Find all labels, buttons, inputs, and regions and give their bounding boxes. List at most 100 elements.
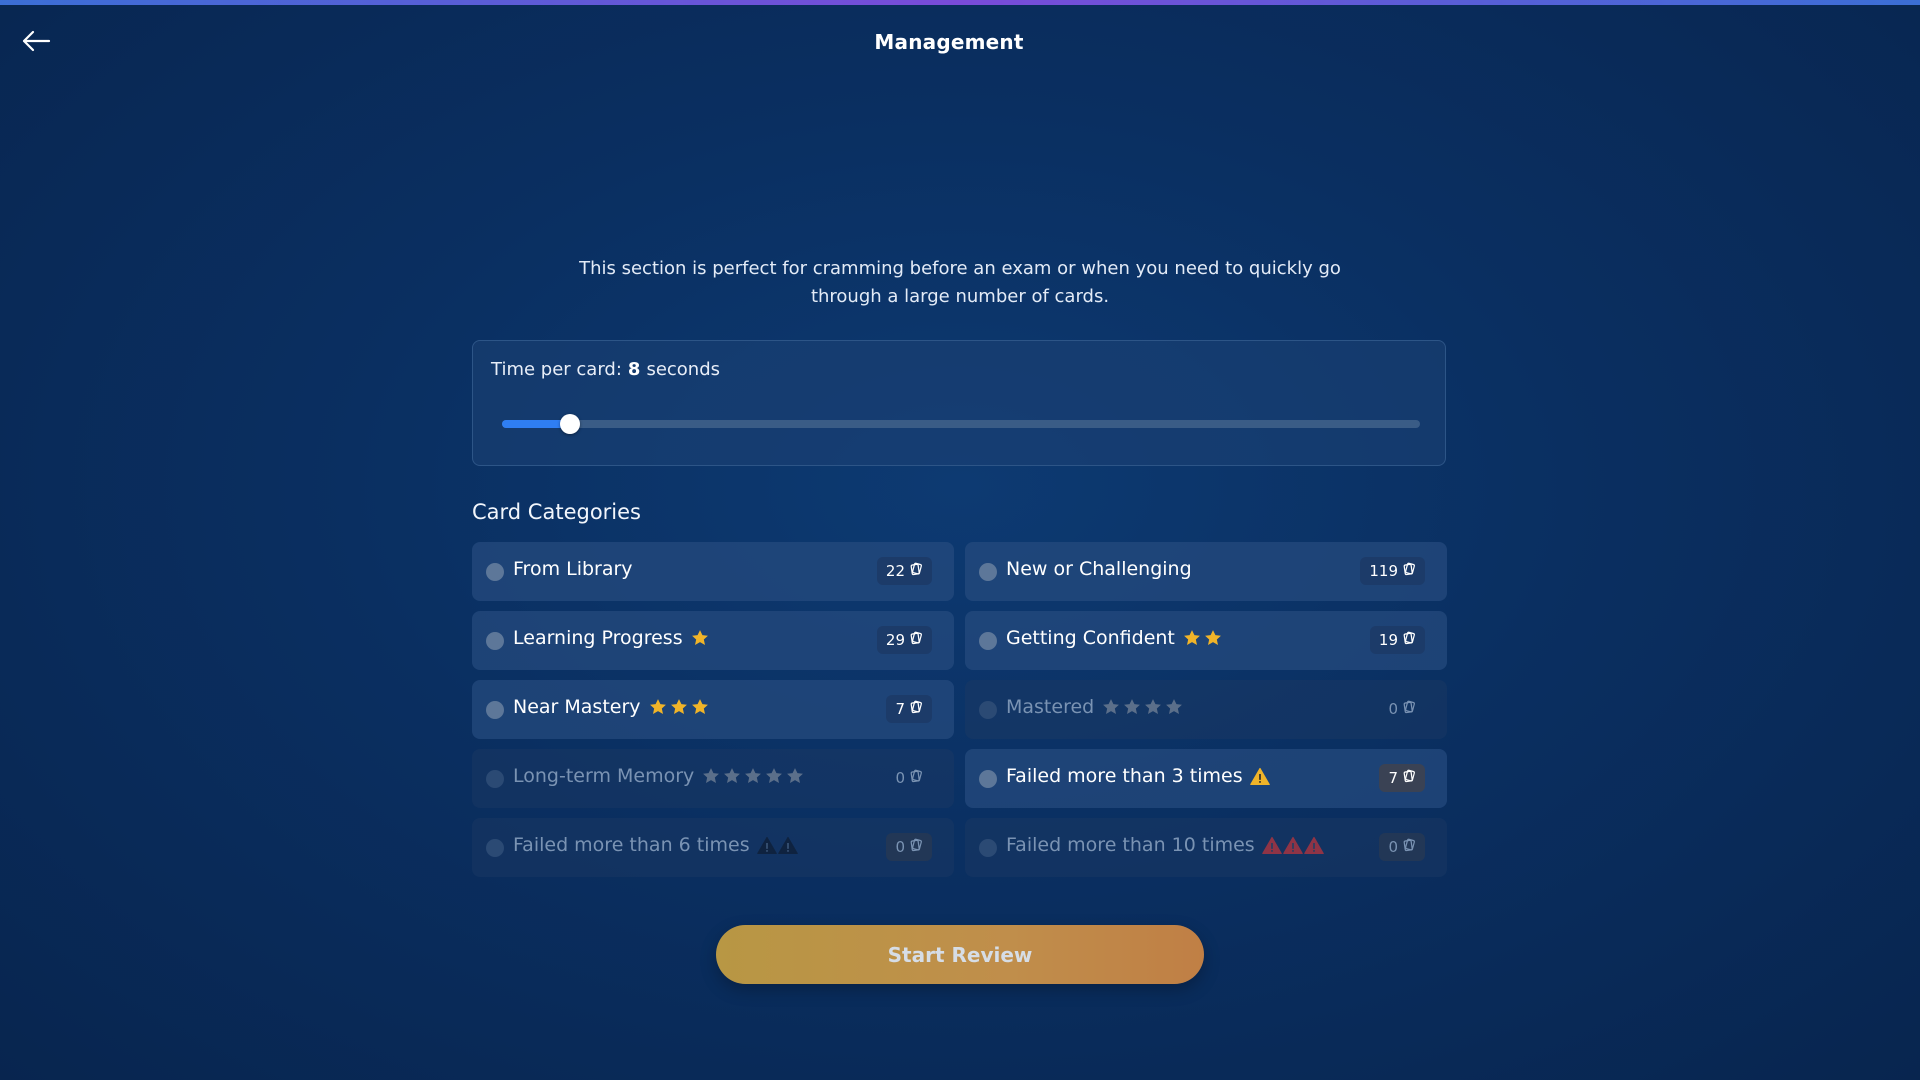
cards-icon — [1402, 562, 1416, 580]
intro-text: This section is perfect for cramming bef… — [579, 258, 1341, 307]
category-label: New or Challenging — [1006, 558, 1192, 580]
star-icon — [1122, 697, 1142, 717]
warning-icon-group — [756, 836, 798, 855]
time-unit: seconds — [646, 359, 721, 380]
count-value: 119 — [1369, 562, 1398, 580]
category-label-text: Long-term Memory — [513, 765, 695, 787]
warning-icon — [1261, 836, 1282, 855]
category-radio[interactable] — [486, 563, 504, 581]
category-mastered[interactable]: Mastered 0 — [965, 680, 1447, 739]
time-slider-thumb[interactable] — [560, 414, 580, 434]
cards-icon — [909, 838, 923, 856]
count-badge: 19 — [1369, 626, 1425, 654]
star-icon — [701, 766, 721, 786]
star-icon — [669, 697, 689, 717]
category-label-text: Near Mastery — [513, 696, 641, 718]
category-label: Mastered — [1006, 696, 1184, 718]
warning-icon-group — [1261, 836, 1324, 855]
star-icon-group — [690, 628, 710, 648]
category-radio[interactable] — [486, 770, 504, 788]
count-badge: 7 — [886, 695, 932, 723]
category-radio[interactable] — [979, 839, 997, 857]
category-near-mastery[interactable]: Near Mastery 7 — [472, 680, 954, 739]
category-radio[interactable] — [486, 632, 504, 650]
category-label-text: Learning Progress — [513, 627, 683, 649]
star-icon — [690, 697, 710, 717]
category-label-text: Getting Confident — [1006, 627, 1175, 649]
category-label-text: Failed more than 6 times — [513, 834, 750, 856]
category-failed-more-than-10-times[interactable]: Failed more than 10 times 0 — [965, 818, 1447, 877]
star-icon — [722, 766, 742, 786]
count-badge: 0 — [886, 764, 932, 792]
time-slider[interactable] — [502, 414, 1420, 434]
category-label-text: Failed more than 10 times — [1006, 834, 1255, 856]
cards-icon — [1402, 838, 1416, 856]
count-badge: 0 — [1379, 695, 1425, 723]
count-value: 29 — [885, 631, 905, 649]
count-badge: 7 — [1379, 764, 1425, 792]
cards-icon — [909, 562, 923, 580]
count-value: 0 — [1388, 838, 1398, 856]
cards-icon — [1402, 769, 1416, 787]
top-accent-bar — [0, 0, 1920, 5]
cards-icon — [909, 631, 923, 649]
warning-icon — [1249, 767, 1270, 786]
star-icon — [690, 628, 710, 648]
page-title: Management — [874, 30, 1024, 54]
category-label-text: Failed more than 3 times — [1006, 765, 1243, 787]
category-radio[interactable] — [486, 701, 504, 719]
star-icon — [1203, 628, 1223, 648]
star-icon-group — [1182, 628, 1223, 648]
time-label-text: Time per card: — [491, 359, 622, 380]
cards-icon — [1402, 631, 1416, 649]
count-badge: 0 — [886, 833, 932, 861]
category-label: Near Mastery — [513, 696, 710, 718]
count-value: 7 — [1388, 769, 1398, 787]
star-icon — [743, 766, 763, 786]
category-getting-confident[interactable]: Getting Confident 19 — [965, 611, 1447, 670]
category-failed-more-than-3-times[interactable]: Failed more than 3 times 7 — [965, 749, 1447, 808]
count-badge: 119 — [1360, 557, 1425, 585]
category-radio[interactable] — [979, 632, 997, 650]
category-label-text: From Library — [513, 558, 633, 580]
category-radio[interactable] — [486, 839, 504, 857]
category-label: Getting Confident — [1006, 627, 1223, 649]
category-from-library[interactable]: From Library 22 — [472, 542, 954, 601]
category-failed-more-than-6-times[interactable]: Failed more than 6 times 0 — [472, 818, 954, 877]
category-label: From Library — [513, 558, 633, 580]
cards-icon — [1402, 700, 1416, 718]
time-per-card-panel: Time per card: 8 seconds — [472, 340, 1446, 466]
category-new-or-challenging[interactable]: New or Challenging 119 — [965, 542, 1447, 601]
category-learning-progress[interactable]: Learning Progress 29 — [472, 611, 954, 670]
count-value: 0 — [1388, 700, 1398, 718]
count-value: 7 — [895, 700, 905, 718]
card-categories-heading: Card Categories — [472, 500, 641, 524]
cards-icon — [909, 700, 923, 718]
count-value: 19 — [1378, 631, 1398, 649]
category-long-term-memory[interactable]: Long-term Memory 0 — [472, 749, 954, 808]
star-icon — [648, 697, 668, 717]
star-icon — [785, 766, 805, 786]
star-icon — [1164, 697, 1184, 717]
category-label-text: New or Challenging — [1006, 558, 1192, 580]
star-icon-group — [1101, 697, 1184, 717]
warning-icon-group — [1249, 767, 1270, 786]
warning-icon — [756, 836, 777, 855]
category-label: Long-term Memory — [513, 765, 805, 787]
category-label: Failed more than 6 times — [513, 834, 798, 856]
star-icon-group — [648, 697, 710, 717]
star-icon — [1182, 628, 1202, 648]
cards-icon — [909, 769, 923, 787]
start-review-button[interactable]: Start Review — [716, 925, 1204, 984]
category-radio[interactable] — [979, 770, 997, 788]
warning-icon — [777, 836, 798, 855]
category-label: Learning Progress — [513, 627, 710, 649]
count-badge: 22 — [876, 557, 932, 585]
category-radio[interactable] — [979, 563, 997, 581]
category-radio[interactable] — [979, 701, 997, 719]
star-icon — [1101, 697, 1121, 717]
count-value: 0 — [895, 838, 905, 856]
count-badge: 29 — [876, 626, 932, 654]
category-label: Failed more than 3 times — [1006, 765, 1270, 787]
star-icon — [1143, 697, 1163, 717]
